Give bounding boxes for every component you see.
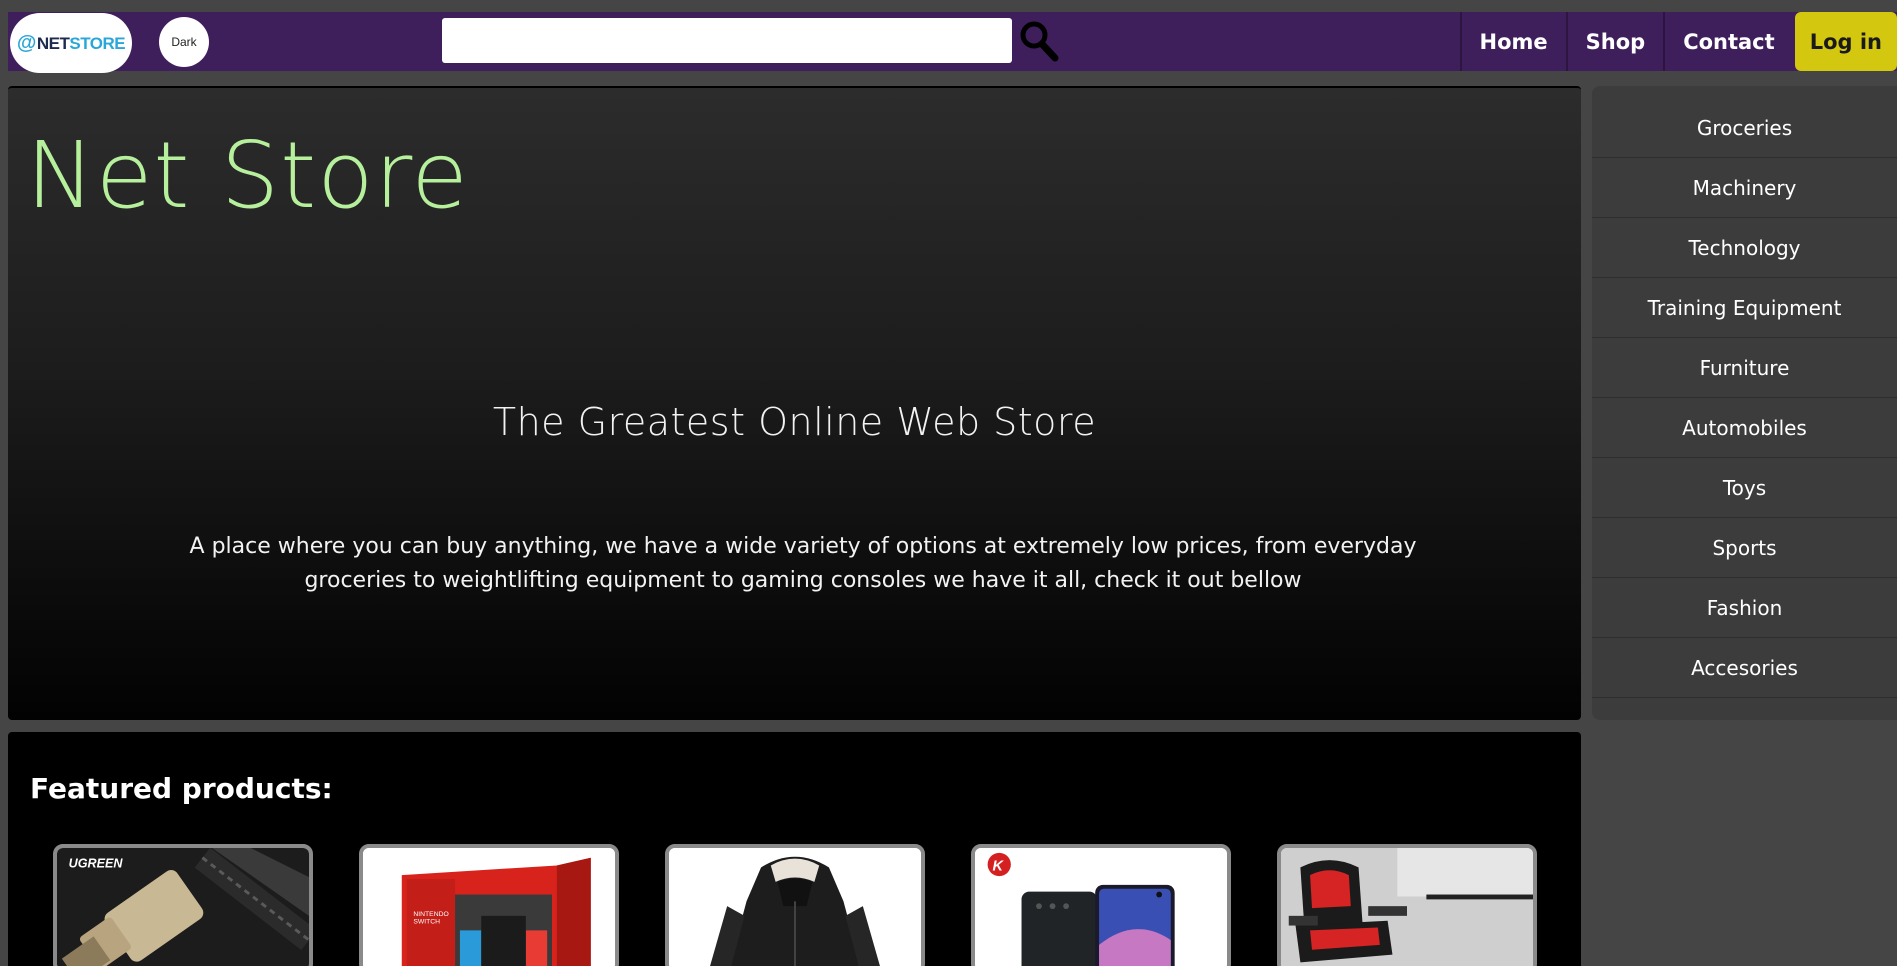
nav-shop-link[interactable]: Shop [1565, 12, 1664, 71]
category-sidebar: Groceries Machinery Technology Training … [1592, 86, 1897, 720]
gaming-chair-image [1281, 848, 1533, 966]
dark-mode-toggle[interactable]: Dark [159, 17, 209, 67]
category-fashion[interactable]: Fashion [1592, 578, 1897, 638]
category-sports[interactable]: Sports [1592, 518, 1897, 578]
logo-store-text: STORE [69, 33, 126, 53]
product-card-hdmi-cable[interactable]: UGREEN [53, 844, 313, 966]
category-toys[interactable]: Toys [1592, 458, 1897, 518]
svg-text:K: K [992, 858, 1004, 874]
nav-home-link[interactable]: Home [1459, 12, 1566, 71]
main-nav: Home Shop Contact Log in [1459, 12, 1897, 71]
login-button[interactable]: Log in [1794, 12, 1897, 71]
logo-net-text: NET [36, 33, 70, 53]
category-groceries[interactable]: Groceries [1592, 98, 1897, 158]
nav-contact-link[interactable]: Contact [1663, 12, 1793, 71]
hero-title: Net Store [26, 122, 469, 229]
product-brand-label: UGREEN [69, 856, 124, 870]
top-navbar: @NETSTORE Dark Home Shop Contact Log in [8, 12, 1897, 73]
category-machinery[interactable]: Machinery [1592, 158, 1897, 218]
category-accesories[interactable]: Accesories [1592, 638, 1897, 698]
product-card-gaming-chair[interactable] [1277, 844, 1537, 966]
category-training-equipment[interactable]: Training Equipment [1592, 278, 1897, 338]
product-card-samsung-phone[interactable]: K [971, 844, 1231, 966]
product-card-black-jacket[interactable] [665, 844, 925, 966]
category-furniture[interactable]: Furniture [1592, 338, 1897, 398]
samsung-phone-image: K [975, 848, 1227, 966]
hero-subtitle: The Greatest Online Web Store [492, 400, 1097, 444]
hero-description: A place where you can buy anything, we h… [189, 534, 1417, 593]
category-automobiles[interactable]: Automobiles [1592, 398, 1897, 458]
search-input[interactable] [442, 18, 1012, 63]
featured-products-section: Featured products: UGREEN NINTENDO SWITC… [8, 732, 1581, 966]
featured-title: Featured products: [30, 772, 333, 805]
hero-banner: Net Store The Greatest Online Web Store … [8, 86, 1581, 720]
svg-text:SWITCH: SWITCH [413, 919, 440, 926]
logo-wordmark: @NETSTORE [16, 31, 126, 55]
search-button[interactable] [1018, 19, 1060, 63]
svg-text:NINTENDO: NINTENDO [413, 911, 448, 918]
netstore-logo[interactable]: @NETSTORE [10, 13, 132, 73]
product-card-nintendo-switch[interactable]: NINTENDO SWITCH [359, 844, 619, 966]
logo-at-symbol: @ [16, 31, 37, 54]
nintendo-switch-box-image: NINTENDO SWITCH [363, 848, 615, 966]
category-technology[interactable]: Technology [1592, 218, 1897, 278]
search-icon [1020, 21, 1059, 62]
black-winter-jacket-image [669, 848, 921, 966]
hdmi-cable-image: UGREEN [57, 848, 309, 966]
